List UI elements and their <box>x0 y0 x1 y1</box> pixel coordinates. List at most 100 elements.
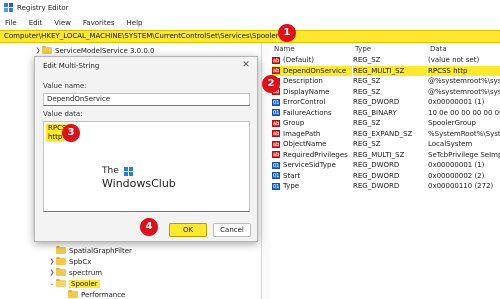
value-row[interactable]: Description REG_SZ @%systemroot%\syst <box>270 76 500 87</box>
chevron-right-icon[interactable]: ❯ <box>48 269 56 276</box>
value-row[interactable]: FailureActions REG_BINARY 10 0e 00 00 00 0… <box>270 108 500 118</box>
menu-file[interactable]: File <box>5 19 17 27</box>
address-bar[interactable]: Computer\HKEY_LOCAL_MACHINE\SYSTEM\Curre… <box>0 30 500 43</box>
value-name-cell: ServiceSidType <box>272 160 352 171</box>
value-name-text: Description <box>283 77 323 85</box>
value-type-cell: REG_SZ <box>353 87 381 96</box>
tree-item[interactable]: ❯ spectrum <box>48 267 102 278</box>
value-data-cell: @%systemroot%\syst <box>428 77 500 85</box>
chevron-right-icon[interactable]: ❯ <box>48 258 56 265</box>
folder-icon <box>56 246 66 254</box>
tree-item[interactable]: ❯ ServiceModelService 3.0.0.0 <box>34 45 154 56</box>
cancel-button[interactable]: Cancel <box>213 223 251 237</box>
windows-logo-icon <box>124 167 134 177</box>
value-name-text: Type <box>283 182 300 190</box>
value-type-cell: REG_DWORD <box>353 161 400 169</box>
value-name-cell: DisplayName <box>272 87 352 97</box>
window-title: Registry Editor <box>17 3 69 12</box>
value-type-cell: REG_DWORD <box>353 171 400 180</box>
value-type-cell: REG_SZ <box>353 77 381 85</box>
value-name-cell: ImagePath <box>272 129 352 139</box>
tree-item[interactable]: SpatialGraphFilter <box>48 245 132 256</box>
close-icon[interactable]: ✕ <box>241 60 251 70</box>
binary-value-icon <box>272 98 280 108</box>
value-name-text: ServiceSidType <box>283 161 336 169</box>
value-name-cell: Start <box>272 171 352 181</box>
tree-item-label: SpbCx <box>69 257 92 266</box>
value-type-cell: REG_SZ <box>353 56 381 64</box>
callout-badge: 4 <box>140 218 158 236</box>
value-name-text: (Default) <box>283 56 315 64</box>
value-name-cell: RequiredPrivileges <box>272 150 352 160</box>
value-row[interactable]: ObjectName REG_SZ LocalSystem <box>270 139 500 150</box>
string-value-icon <box>272 129 280 139</box>
watermark-line: The <box>102 166 119 176</box>
ok-button[interactable]: OK <box>169 223 207 237</box>
value-name-cell: Type <box>272 181 352 192</box>
value-data-cell: 0x00000002 (2) <box>428 171 485 180</box>
string-value-icon <box>272 150 280 160</box>
chevron-down-icon[interactable]: ⌄ <box>48 280 56 287</box>
value-row[interactable]: DependOnService REG_MULTI_SZRPCSS http <box>270 65 500 76</box>
value-row[interactable]: Type REG_DWORD 0x00000110 (272) <box>270 181 500 192</box>
chevron-right-icon[interactable]: ❯ <box>34 47 42 54</box>
tree-item[interactable]: ❯ SpbCx <box>48 256 91 267</box>
folder-icon <box>56 268 66 276</box>
folder-icon <box>68 290 78 298</box>
value-name-text: ImagePath <box>283 129 321 138</box>
watermark: The WindowsClub <box>102 166 222 196</box>
value-name-text: ErrorControl <box>283 98 326 106</box>
value-name-cell: ObjectName <box>272 139 352 150</box>
value-name-text: ObjectName <box>283 140 327 148</box>
folder-icon <box>42 46 52 54</box>
menu-view[interactable]: View <box>54 19 71 27</box>
value-data-cell: 0x00000001 (1) <box>428 98 485 106</box>
string-value-icon <box>272 56 280 66</box>
value-row[interactable]: ErrorControl REG_DWORD 0x00000001 (1) <box>270 97 500 108</box>
value-data-cell: 0x00000110 (272) <box>428 182 494 190</box>
tree-item[interactable]: Performance <box>60 289 125 299</box>
value-row[interactable]: Group REG_SZ SpoolerGroup <box>270 118 500 129</box>
binary-value-icon <box>272 171 280 181</box>
value-row[interactable]: RequiredPrivileges REG_MULTI_SZ SeTcbPrivi… <box>270 150 500 160</box>
callout-badge: 1 <box>278 24 296 42</box>
menu-help[interactable]: Help <box>127 19 143 27</box>
value-row[interactable]: ServiceSidType REG_DWORD 0x00000001 (1) <box>270 160 500 171</box>
callout-badge: 3 <box>62 124 80 142</box>
folder-icon <box>56 257 66 265</box>
value-name-text: DisplayName <box>283 87 330 96</box>
tree-item-selected[interactable]: ⌄ Spooler <box>48 278 100 289</box>
title-bar: Registry Editor <box>0 0 500 15</box>
value-name-text: Group <box>283 119 305 127</box>
tree-item-label: ServiceModelService 3.0.0.0 <box>55 46 155 55</box>
value-name-text: RequiredPrivileges <box>283 150 348 159</box>
value-data-label: Value data: <box>43 110 83 118</box>
value-data-cell: %SystemRoot%\Syst <box>428 129 500 138</box>
value-row[interactable]: DisplayName REG_SZ @%systemroot%\syst <box>270 87 500 97</box>
value-name-cell: DependOnService <box>272 65 352 76</box>
value-data-cell: SpoolerGroup <box>428 119 476 127</box>
value-row[interactable]: (Default) REG_SZ (value not set) <box>270 55 500 66</box>
tree-item-label: Spooler <box>69 279 100 288</box>
value-type-cell: REG_SZ <box>353 140 381 148</box>
column-header-type[interactable]: Type <box>355 43 371 55</box>
column-header-data[interactable]: Data <box>430 43 447 55</box>
value-name-field[interactable]: DependOnService <box>43 93 250 106</box>
string-value-icon <box>272 119 280 129</box>
value-row[interactable]: ImagePath REG_EXPAND_SZ %SystemRoot%\Syst <box>270 129 500 139</box>
menu-favorites[interactable]: Favorites <box>83 19 115 27</box>
value-name-cell: Group <box>272 118 352 129</box>
column-header-name[interactable]: Name <box>274 43 295 55</box>
value-name-cell: Description <box>272 76 352 87</box>
value-type-cell: REG_MULTI_SZ <box>353 65 427 76</box>
dialog-title: Edit Multi-String <box>43 62 100 70</box>
value-name-cell: FailureActions <box>272 108 352 118</box>
value-row[interactable]: Start REG_DWORD 0x00000002 (2) <box>270 171 500 181</box>
watermark-line: WindowsClub <box>102 177 176 190</box>
menu-bar: File Edit View Favorites Help <box>0 15 500 30</box>
tree-item-label: SpatialGraphFilter <box>69 246 132 255</box>
binary-value-icon <box>272 108 280 118</box>
value-type-cell: REG_DWORD <box>353 98 400 106</box>
binary-value-icon <box>272 161 280 171</box>
menu-edit[interactable]: Edit <box>29 19 43 27</box>
